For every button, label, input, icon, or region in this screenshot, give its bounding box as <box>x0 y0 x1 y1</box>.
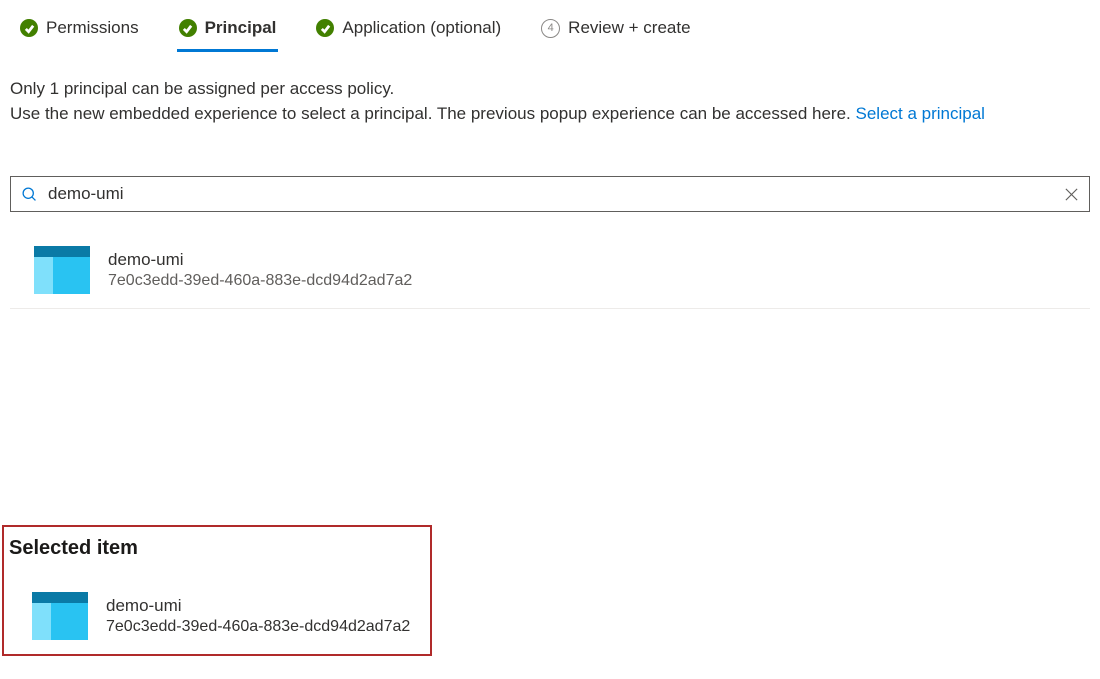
result-name: demo-umi <box>108 250 412 270</box>
select-principal-link[interactable]: Select a principal <box>856 104 985 123</box>
tab-label: Permissions <box>46 18 139 38</box>
result-text: demo-umi 7e0c3edd-39ed-460a-883e-dcd94d2… <box>108 250 412 290</box>
selected-item-heading: Selected item <box>4 537 430 560</box>
checkmark-icon <box>20 19 38 37</box>
checkmark-icon <box>316 19 334 37</box>
tab-application[interactable]: Application (optional) <box>316 18 501 52</box>
tab-review-create[interactable]: 4 Review + create <box>541 18 690 52</box>
tab-principal[interactable]: Principal <box>179 18 277 52</box>
info-line-1: Only 1 principal can be assigned per acc… <box>10 77 1090 102</box>
checkmark-icon <box>179 19 197 37</box>
selected-item[interactable]: demo-umi 7e0c3edd-39ed-460a-883e-dcd94d2… <box>4 578 430 644</box>
content-area: Only 1 principal can be assigned per acc… <box>0 53 1100 309</box>
step-number-icon: 4 <box>541 19 560 38</box>
clear-icon[interactable] <box>1064 187 1079 202</box>
selected-item-text: demo-umi 7e0c3edd-39ed-460a-883e-dcd94d2… <box>106 596 410 636</box>
info-line-2: Use the new embedded experience to selec… <box>10 102 1090 127</box>
selected-item-section: Selected item demo-umi 7e0c3edd-39ed-460… <box>2 525 432 656</box>
search-icon <box>21 186 38 203</box>
search-results: demo-umi 7e0c3edd-39ed-460a-883e-dcd94d2… <box>10 232 1090 309</box>
search-input[interactable] <box>48 184 1064 204</box>
tab-label: Application (optional) <box>342 18 501 38</box>
tab-label: Review + create <box>568 18 690 38</box>
result-item[interactable]: demo-umi 7e0c3edd-39ed-460a-883e-dcd94d2… <box>10 232 1090 309</box>
tab-label: Principal <box>205 18 277 38</box>
principal-icon <box>32 592 88 640</box>
search-box[interactable] <box>10 176 1090 212</box>
selected-item-name: demo-umi <box>106 596 410 616</box>
selected-item-id: 7e0c3edd-39ed-460a-883e-dcd94d2ad7a2 <box>106 618 410 636</box>
result-id: 7e0c3edd-39ed-460a-883e-dcd94d2ad7a2 <box>108 272 412 290</box>
principal-icon <box>34 246 90 294</box>
tabs-bar: Permissions Principal Application (optio… <box>0 0 1100 53</box>
tab-permissions[interactable]: Permissions <box>20 18 139 52</box>
info-text: Only 1 principal can be assigned per acc… <box>10 77 1090 126</box>
info-line-2-text: Use the new embedded experience to selec… <box>10 104 856 123</box>
